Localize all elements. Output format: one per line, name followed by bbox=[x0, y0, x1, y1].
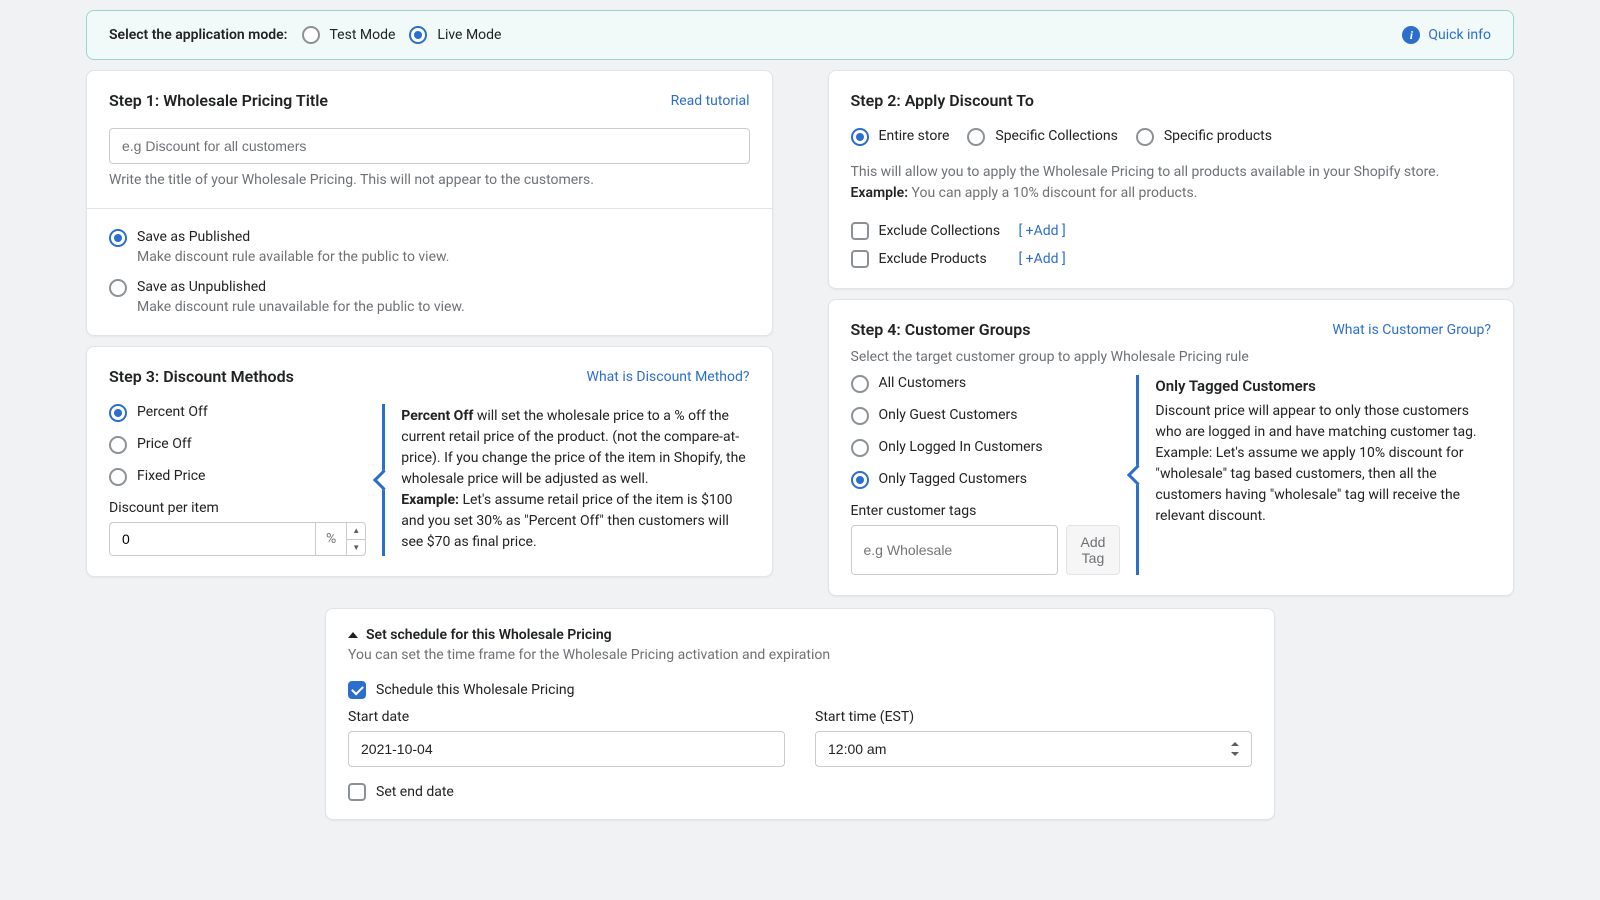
logged-in-customers-option[interactable]: Only Logged In Customers bbox=[851, 439, 1121, 457]
step4-card: Step 4: Customer Groups What is Customer… bbox=[828, 299, 1515, 596]
apply-to-example-text: You can apply a 10% discount for all pro… bbox=[908, 185, 1197, 201]
schedule-sub: You can set the time frame for the Whole… bbox=[348, 647, 1252, 663]
save-published-desc: Make discount rule available for the pub… bbox=[137, 249, 449, 265]
start-time-label: Start time (EST) bbox=[815, 709, 1252, 725]
all-customers-label: All Customers bbox=[879, 375, 967, 391]
price-off-option[interactable]: Price Off bbox=[109, 436, 366, 454]
save-unpublished-option[interactable]: Save as Unpublished Make discount rule u… bbox=[109, 279, 750, 315]
percent-off-label: Percent Off bbox=[137, 404, 208, 420]
all-customers-radio[interactable] bbox=[851, 375, 869, 393]
specific-products-radio[interactable] bbox=[1136, 128, 1154, 146]
pricing-title-input[interactable] bbox=[109, 128, 750, 164]
what-discount-method-link[interactable]: What is Discount Method? bbox=[587, 369, 750, 385]
info-example-label: Example: bbox=[401, 492, 459, 508]
fixed-price-radio[interactable] bbox=[109, 468, 127, 486]
quick-info-link[interactable]: i Quick info bbox=[1402, 26, 1491, 44]
save-unpublished-desc: Make discount rule unavailable for the p… bbox=[137, 299, 465, 315]
entire-store-label: Entire store bbox=[879, 128, 950, 144]
step3-title: Step 3: Discount Methods bbox=[109, 367, 294, 386]
apply-to-example-label: Example: bbox=[851, 185, 909, 201]
price-off-radio[interactable] bbox=[109, 436, 127, 454]
schedule-head-text: Set schedule for this Wholesale Pricing bbox=[366, 627, 612, 643]
info-tagged-text: Discount price will appear to only those… bbox=[1155, 401, 1491, 527]
caret-up-icon bbox=[348, 632, 358, 638]
set-end-date-checkbox[interactable] bbox=[348, 783, 366, 801]
price-off-label: Price Off bbox=[137, 436, 192, 452]
step1-title: Step 1: Wholesale Pricing Title bbox=[109, 91, 328, 110]
fixed-price-option[interactable]: Fixed Price bbox=[109, 468, 366, 486]
entire-store-option[interactable]: Entire store bbox=[851, 128, 950, 146]
info-tagged-title: Only Tagged Customers bbox=[1155, 377, 1491, 395]
save-published-radio[interactable] bbox=[109, 229, 127, 247]
apply-to-desc: This will allow you to apply the Wholesa… bbox=[851, 164, 1440, 180]
all-customers-option[interactable]: All Customers bbox=[851, 375, 1121, 393]
add-tag-button[interactable]: Add Tag bbox=[1066, 525, 1121, 575]
live-mode-label[interactable]: Live Mode bbox=[437, 27, 501, 43]
stepper-down-icon[interactable]: ▼ bbox=[347, 540, 365, 556]
stepper-up-icon[interactable]: ▲ bbox=[347, 523, 365, 540]
read-tutorial-link[interactable]: Read tutorial bbox=[671, 93, 750, 109]
save-unpublished-radio[interactable] bbox=[109, 279, 127, 297]
app-mode-label: Select the application mode: bbox=[109, 27, 288, 43]
test-mode-radio[interactable] bbox=[302, 26, 320, 44]
percent-off-option[interactable]: Percent Off bbox=[109, 404, 366, 422]
percent-off-radio[interactable] bbox=[109, 404, 127, 422]
schedule-this-label: Schedule this Wholesale Pricing bbox=[376, 682, 574, 698]
step4-title: Step 4: Customer Groups bbox=[851, 320, 1031, 339]
what-customer-group-link[interactable]: What is Customer Group? bbox=[1332, 322, 1491, 338]
tagged-customers-label: Only Tagged Customers bbox=[879, 471, 1027, 487]
start-date-input[interactable] bbox=[348, 731, 785, 767]
schedule-toggle[interactable]: Set schedule for this Wholesale Pricing bbox=[348, 627, 1252, 643]
discount-method-info: Percent Off will set the wholesale price… bbox=[382, 404, 749, 556]
tagged-customers-option[interactable]: Only Tagged Customers bbox=[851, 471, 1121, 489]
step2-card: Step 2: Apply Discount To Entire store S… bbox=[828, 70, 1515, 289]
specific-collections-radio[interactable] bbox=[967, 128, 985, 146]
fixed-price-label: Fixed Price bbox=[137, 468, 205, 484]
info-percent-bold: Percent Off bbox=[401, 408, 473, 424]
exclude-products-label: Exclude Products bbox=[879, 251, 1009, 267]
guest-customers-option[interactable]: Only Guest Customers bbox=[851, 407, 1121, 425]
tagged-customers-radio[interactable] bbox=[851, 471, 869, 489]
add-products-link[interactable]: [ +Add ] bbox=[1019, 251, 1066, 267]
live-mode-radio[interactable] bbox=[409, 26, 427, 44]
quick-info-text: Quick info bbox=[1428, 27, 1491, 43]
pricing-title-help: Write the title of your Wholesale Pricin… bbox=[109, 172, 750, 188]
schedule-this-checkbox[interactable] bbox=[348, 681, 366, 699]
specific-products-label: Specific products bbox=[1164, 128, 1272, 144]
guest-customers-label: Only Guest Customers bbox=[879, 407, 1018, 423]
logged-in-customers-radio[interactable] bbox=[851, 439, 869, 457]
step2-title: Step 2: Apply Discount To bbox=[851, 91, 1492, 110]
test-mode-label[interactable]: Test Mode bbox=[330, 27, 396, 43]
start-date-label: Start date bbox=[348, 709, 785, 725]
logged-in-customers-label: Only Logged In Customers bbox=[879, 439, 1043, 455]
customer-group-info: Only Tagged Customers Discount price wil… bbox=[1136, 375, 1491, 575]
specific-products-option[interactable]: Specific products bbox=[1136, 128, 1272, 146]
set-end-date-label: Set end date bbox=[376, 784, 454, 800]
exclude-collections-label: Exclude Collections bbox=[879, 223, 1009, 239]
discount-per-item-label: Discount per item bbox=[109, 500, 366, 516]
exclude-collections-checkbox[interactable] bbox=[851, 222, 869, 240]
step3-card: Step 3: Discount Methods What is Discoun… bbox=[86, 346, 773, 577]
save-unpublished-title: Save as Unpublished bbox=[137, 279, 465, 295]
specific-collections-label: Specific Collections bbox=[995, 128, 1117, 144]
app-mode-banner: Select the application mode: Test Mode L… bbox=[86, 10, 1514, 60]
add-collections-link[interactable]: [ +Add ] bbox=[1019, 223, 1066, 239]
guest-customers-radio[interactable] bbox=[851, 407, 869, 425]
discount-stepper[interactable]: ▲ ▼ bbox=[346, 522, 366, 556]
customer-tags-label: Enter customer tags bbox=[851, 503, 1121, 519]
customer-tags-input[interactable] bbox=[851, 525, 1058, 575]
info-icon: i bbox=[1402, 26, 1420, 44]
step1-card: Step 1: Wholesale Pricing Title Read tut… bbox=[86, 70, 773, 336]
step4-subtitle: Select the target customer group to appl… bbox=[851, 349, 1492, 365]
discount-value-input[interactable] bbox=[109, 522, 315, 556]
entire-store-radio[interactable] bbox=[851, 128, 869, 146]
exclude-products-checkbox[interactable] bbox=[851, 250, 869, 268]
schedule-card: Set schedule for this Wholesale Pricing … bbox=[325, 608, 1275, 820]
start-time-select[interactable] bbox=[815, 731, 1252, 767]
save-published-title: Save as Published bbox=[137, 229, 449, 245]
discount-unit: % bbox=[315, 522, 346, 556]
save-published-option[interactable]: Save as Published Make discount rule ava… bbox=[109, 229, 750, 265]
specific-collections-option[interactable]: Specific Collections bbox=[967, 128, 1117, 146]
